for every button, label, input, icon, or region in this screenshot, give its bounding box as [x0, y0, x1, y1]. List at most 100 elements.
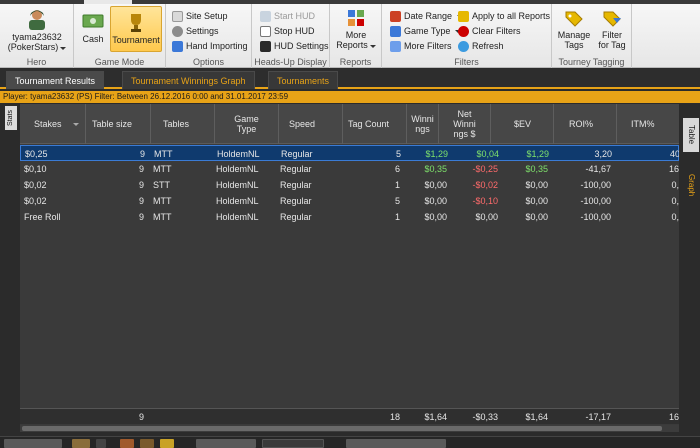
filter-for-tag-button[interactable]: Filter for Tag — [594, 6, 630, 52]
cell-winnings: $0,35 — [424, 164, 447, 174]
tool-icon-1[interactable] — [120, 439, 134, 448]
cell-winnings: $0,00 — [424, 196, 447, 206]
cell-tables: STT — [153, 180, 170, 190]
group-label-options: Options — [192, 57, 225, 67]
play-icon — [260, 10, 271, 22]
table-row[interactable]: $0,25 9 MTT HoldemNL Regular 5 $1,29 $0,… — [20, 145, 679, 161]
cell-roi: -41,67 — [585, 164, 611, 174]
tool-icon-3[interactable] — [160, 439, 174, 448]
more-filters-button[interactable]: More Filters — [390, 39, 452, 53]
hand-importing-button[interactable]: Hand Importing — [172, 39, 248, 53]
tab-tournament-results[interactable]: Tournament Results — [6, 71, 105, 89]
option-toggle[interactable] — [196, 439, 256, 448]
tab-tournament-winnings-graph[interactable]: Tournament Winnings Graph — [122, 71, 255, 89]
table-row[interactable]: $0,10 9 MTT HoldemNL Regular 6 $0,35 -$0… — [20, 161, 679, 177]
game-mode-group: Cash Tournament Game Mode — [74, 4, 166, 68]
filters-group: Date Range Game Type More Filters Apply … — [382, 4, 552, 68]
cell-game-type: HoldemNL — [216, 180, 259, 190]
column-game-type[interactable]: Game Type — [215, 104, 279, 144]
column-speed[interactable]: Speed — [279, 104, 343, 144]
reports-group: More Reports Reports — [330, 4, 382, 68]
settings-button[interactable]: Settings — [172, 24, 219, 38]
refresh-label: Refresh — [472, 41, 504, 51]
more-reports-label-1: More — [345, 30, 367, 40]
cell-stakes: Free Roll — [24, 212, 61, 222]
column-net-label-3: ngs $ — [453, 129, 476, 139]
cell-tables: MTT — [153, 164, 172, 174]
settings-label: Settings — [186, 26, 219, 36]
value-input[interactable] — [262, 439, 324, 448]
clear-filters-button[interactable]: Clear Filters — [458, 24, 521, 38]
stats-side-panel: Stats — [0, 104, 18, 432]
date-range-button[interactable]: Date Range — [390, 9, 464, 23]
export-icon[interactable] — [72, 439, 90, 448]
side-tab-graph[interactable]: Graph — [683, 170, 699, 200]
scrollbar-thumb[interactable] — [22, 426, 662, 431]
column-net-winnings[interactable]: Net Winni ngs $ — [439, 104, 491, 144]
site-setup-icon — [172, 10, 183, 22]
cell-ev: $0,00 — [525, 180, 548, 190]
more-reports-button[interactable]: More Reports — [334, 6, 378, 52]
column-itm[interactable]: ITM% — [617, 104, 679, 144]
cell-tag-count: 1 — [394, 180, 400, 190]
apply-all-reports-button[interactable]: Apply to all Reports — [458, 9, 550, 23]
table-row[interactable]: $0,02 9 MTT HoldemNL Regular 5 $0,00 -$0… — [20, 193, 679, 209]
cell-tables: MTT — [153, 196, 172, 206]
column-stakes[interactable]: Stakes — [20, 104, 86, 144]
cell-roi: -100,00 — [580, 196, 611, 206]
option-toggle-2[interactable] — [346, 439, 446, 448]
tag-filter-icon — [603, 11, 621, 27]
game-type-button[interactable]: Game Type — [390, 24, 462, 38]
cell-speed: Regular — [280, 212, 312, 222]
group-label-game-mode: Game Mode — [94, 57, 145, 67]
cell-game-type: HoldemNL — [216, 212, 259, 222]
horizontal-scrollbar[interactable] — [20, 425, 679, 432]
site-setup-label: Site Setup — [186, 11, 228, 21]
site-setup-button[interactable]: Site Setup — [172, 9, 228, 23]
page-size-select[interactable] — [4, 439, 62, 448]
table-row[interactable]: Free Roll 9 MTT HoldemNL Regular 1 $0,00… — [20, 209, 679, 225]
column-tables-label: Tables — [163, 119, 190, 129]
cell-stakes: $0,02 — [24, 196, 47, 206]
tournament-button[interactable]: Tournament — [110, 6, 162, 52]
cell-speed: Regular — [281, 149, 313, 159]
start-hud-button[interactable]: Start HUD — [260, 9, 315, 23]
cell-table-size: 9 — [139, 149, 145, 159]
cell-roi: -100,00 — [580, 180, 611, 190]
cell-net-winnings: -$0,10 — [472, 196, 498, 206]
tab-tournaments[interactable]: Tournaments — [268, 71, 339, 89]
cards-icon — [390, 25, 401, 37]
game-type-label: Game Type — [404, 26, 451, 36]
cell-table-size: 9 — [138, 196, 144, 206]
column-tag-count[interactable]: Tag Count — [343, 104, 407, 144]
tag-icon — [565, 11, 583, 27]
column-winnings[interactable]: Winni ngs — [407, 104, 439, 144]
manage-tags-button[interactable]: Manage Tags — [556, 6, 592, 52]
import-icon — [172, 40, 183, 52]
bottom-toolbar — [0, 436, 700, 448]
column-ev[interactable]: $EV — [491, 104, 554, 144]
column-table-size[interactable]: Table size — [86, 104, 151, 144]
cell-speed: Regular — [280, 196, 312, 206]
hud-settings-icon — [260, 40, 271, 52]
filter-status-bar: Player: tyama23632 (PS) Filter: Between … — [0, 91, 700, 103]
cell-tag-count: 5 — [395, 149, 401, 159]
group-label-reports: Reports — [339, 57, 372, 67]
column-tables[interactable]: Tables — [151, 104, 215, 144]
tool-icon-2[interactable] — [140, 439, 154, 448]
results-grid: Stakes Table size Tables Game Type Speed… — [20, 104, 679, 426]
stop-hud-button[interactable]: Stop HUD — [260, 24, 315, 38]
side-tab-table[interactable]: Table — [683, 118, 699, 152]
cell-roi: 3,20 — [594, 149, 612, 159]
stats-side-tab[interactable]: Stats — [5, 106, 17, 130]
stop-icon — [260, 25, 271, 37]
more-reports-label-2: Reports — [336, 40, 368, 50]
column-roi[interactable]: ROI% — [554, 104, 617, 144]
hero-avatar-icon — [29, 10, 45, 30]
refresh-button[interactable]: Refresh — [458, 39, 504, 53]
cash-button[interactable]: Cash — [80, 6, 106, 52]
hud-settings-button[interactable]: HUD Settings — [260, 39, 329, 53]
total-winnings: $1,64 — [424, 412, 447, 422]
table-row[interactable]: $0,02 9 STT HoldemNL Regular 1 $0,00 -$0… — [20, 177, 679, 193]
hero-selector[interactable]: tyama23632 (PokerStars) — [0, 32, 74, 52]
